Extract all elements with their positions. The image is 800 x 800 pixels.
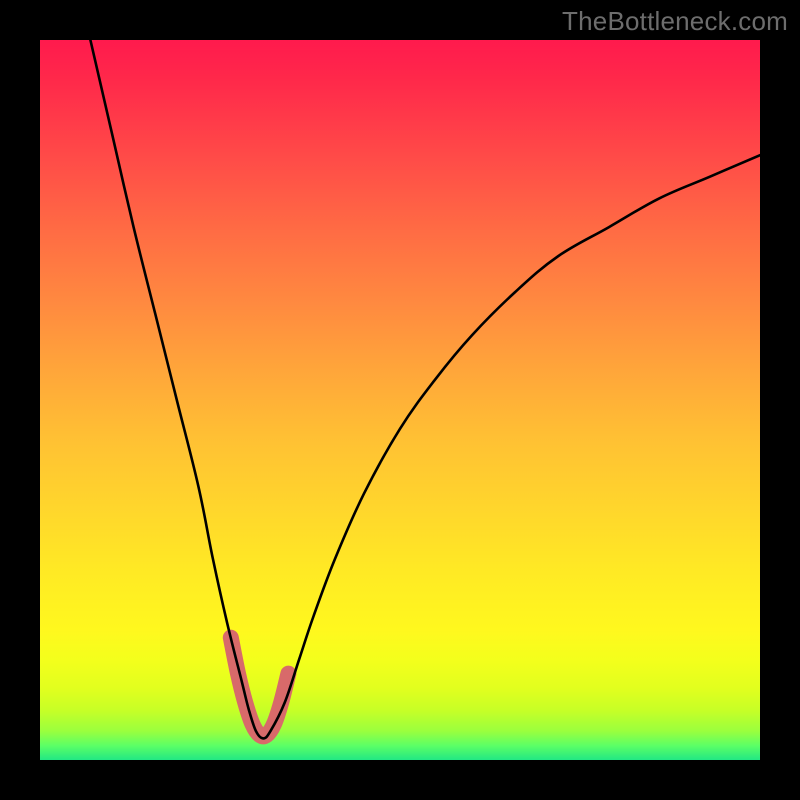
plot-area: [40, 40, 760, 760]
bottleneck-curve: [90, 40, 760, 738]
watermark-text: TheBottleneck.com: [562, 6, 788, 37]
curve-layer: [40, 40, 760, 760]
chart-stage: TheBottleneck.com: [0, 0, 800, 800]
bottleneck-accent-zone: [231, 638, 289, 737]
